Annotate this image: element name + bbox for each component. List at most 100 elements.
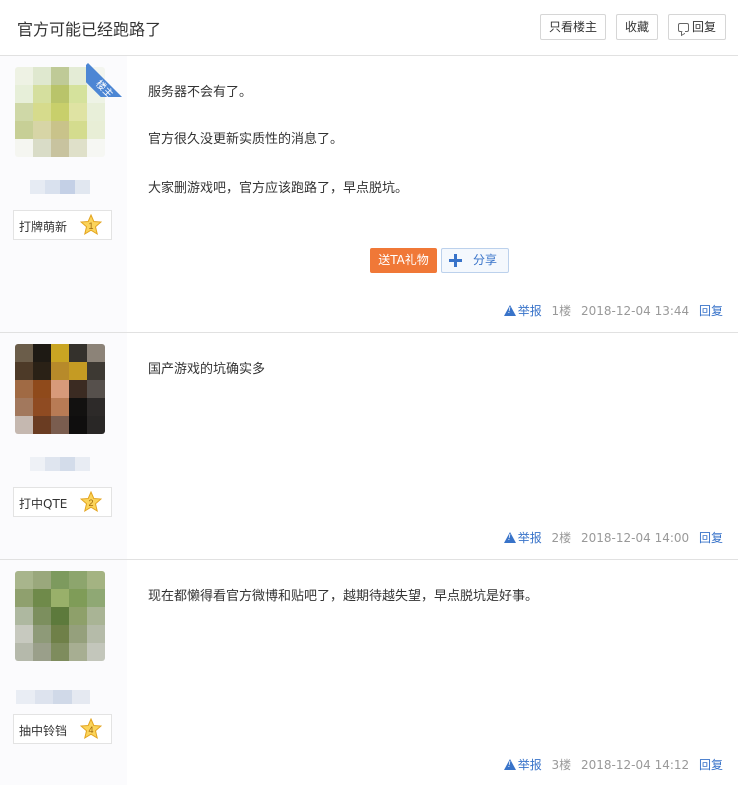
- username-pixel: [75, 457, 90, 471]
- avatar-pixel: [33, 643, 51, 661]
- avatar-pixel: [51, 380, 69, 398]
- post-floor-3: 抽中铃铛 4 现在都懒得看官方微博和贴吧了，越期待越失望，早点脱坑是好事。 举报…: [0, 560, 738, 785]
- only-op-button[interactable]: 只看楼主: [540, 14, 606, 40]
- avatar-pixel: [69, 416, 87, 434]
- avatar-pixel: [15, 380, 33, 398]
- report-label: 举报: [517, 304, 542, 318]
- reply-button-label: 回复: [691, 20, 716, 34]
- post-floor-1: 楼主 打牌萌新 1 服务器不会有了。 官方很久没更新实质性的消息了。 大家删游戏…: [0, 56, 738, 333]
- username-pixel: [45, 457, 60, 471]
- avatar-pixel: [51, 589, 69, 607]
- avatar-pixel: [69, 85, 87, 103]
- username-pixel: [60, 457, 75, 471]
- avatar-pixel: [69, 571, 87, 589]
- post-floor-2: 打中QTE 2 国产游戏的坑确实多 举报 2楼 2018-12-04 14:00…: [0, 333, 738, 560]
- post-footer: 举报 2楼 2018-12-04 14:00 回复: [498, 529, 723, 546]
- post-text-line: 官方很久没更新实质性的消息了。: [148, 132, 344, 147]
- avatar-pixel: [87, 643, 105, 661]
- avatar-pixel: [87, 416, 105, 434]
- avatar-pixel: [51, 85, 69, 103]
- avatar-pixel: [69, 121, 87, 139]
- avatar-pixel: [87, 344, 105, 362]
- report-link[interactable]: 举报: [503, 531, 542, 545]
- level-number: 1: [88, 221, 93, 231]
- username-pixel: [60, 180, 75, 194]
- avatar-pixel: [87, 589, 105, 607]
- avatar-pixel: [15, 85, 33, 103]
- avatar-pixel: [15, 398, 33, 416]
- op-tag-label: 楼主: [86, 63, 127, 97]
- reply-button[interactable]: 回复: [668, 14, 726, 40]
- post-text-line: 国产游戏的坑确实多: [148, 362, 266, 377]
- username-pixel: [75, 180, 90, 194]
- avatar-pixel: [33, 139, 51, 157]
- avatar-pixel: [51, 121, 69, 139]
- avatar-pixel: [87, 380, 105, 398]
- username-pixel: [30, 457, 45, 471]
- post-text-line: 服务器不会有了。: [148, 85, 253, 100]
- avatar-pixel: [69, 103, 87, 121]
- avatar[interactable]: [15, 344, 105, 434]
- avatar-pixel: [33, 67, 51, 85]
- username[interactable]: [16, 690, 90, 704]
- avatar[interactable]: [15, 571, 105, 661]
- level-number: 2: [88, 498, 93, 508]
- avatar-pixel: [51, 416, 69, 434]
- post-time: 2018-12-04 13:44: [581, 304, 690, 318]
- level-badge: 抽中铃铛 4: [13, 714, 112, 744]
- avatar-pixel: [33, 607, 51, 625]
- username-pixel: [71, 690, 90, 704]
- favorite-button[interactable]: 收藏: [616, 14, 658, 40]
- avatar-pixel: [15, 571, 33, 589]
- avatar-pixel: [51, 67, 69, 85]
- avatar-pixel: [51, 571, 69, 589]
- avatar-pixel: [15, 362, 33, 380]
- avatar-pixel: [51, 643, 69, 661]
- avatar-pixel: [69, 67, 87, 85]
- post-text-line: 大家删游戏吧，官方应该跑路了，早点脱坑。: [148, 181, 409, 196]
- reply-link[interactable]: 回复: [699, 758, 723, 772]
- avatar-pixel: [33, 85, 51, 103]
- username-pixel: [16, 690, 35, 704]
- reply-link[interactable]: 回复: [699, 531, 723, 545]
- send-gift-button[interactable]: 送TA礼物: [370, 248, 437, 273]
- star-level-icon: 2: [80, 491, 102, 513]
- avatar-pixel: [69, 362, 87, 380]
- report-link[interactable]: 举报: [503, 304, 542, 318]
- avatar-pixel: [15, 67, 33, 85]
- post-time: 2018-12-04 14:12: [581, 758, 690, 772]
- share-button[interactable]: 分享: [441, 248, 509, 273]
- avatar-pixel: [15, 103, 33, 121]
- avatar-pixel: [69, 398, 87, 416]
- avatar-pixel: [69, 139, 87, 157]
- avatar-pixel: [51, 344, 69, 362]
- username[interactable]: [30, 180, 90, 194]
- avatar-pixel: [15, 607, 33, 625]
- comment-icon: [677, 23, 689, 32]
- avatar-pixel: [15, 643, 33, 661]
- username-pixel: [45, 180, 60, 194]
- post-footer: 举报 3楼 2018-12-04 14:12 回复: [498, 756, 723, 773]
- op-tag: 楼主: [86, 56, 127, 97]
- avatar-pixel: [33, 103, 51, 121]
- avatar-pixel: [15, 625, 33, 643]
- author-sidebar: 抽中铃铛 4: [0, 560, 127, 785]
- avatar-pixel: [51, 398, 69, 416]
- warning-icon: [503, 305, 516, 316]
- avatar-pixel: [69, 344, 87, 362]
- reply-link[interactable]: 回复: [699, 304, 723, 318]
- avatar-pixel: [33, 362, 51, 380]
- report-link[interactable]: 举报: [503, 758, 542, 772]
- avatar-pixel: [87, 398, 105, 416]
- username[interactable]: [30, 457, 90, 471]
- star-level-icon: 4: [80, 718, 102, 740]
- badge-label: 抽中铃铛: [19, 724, 68, 738]
- level-badge: 打中QTE 2: [13, 487, 112, 517]
- post-text-line: 现在都懒得看官方微博和贴吧了，越期待越失望，早点脱坑是好事。: [148, 589, 539, 604]
- avatar-pixel: [87, 139, 105, 157]
- avatar-pixel: [87, 103, 105, 121]
- username-pixel: [34, 690, 53, 704]
- avatar-pixel: [51, 625, 69, 643]
- avatar-pixel: [33, 121, 51, 139]
- avatar-pixel: [69, 380, 87, 398]
